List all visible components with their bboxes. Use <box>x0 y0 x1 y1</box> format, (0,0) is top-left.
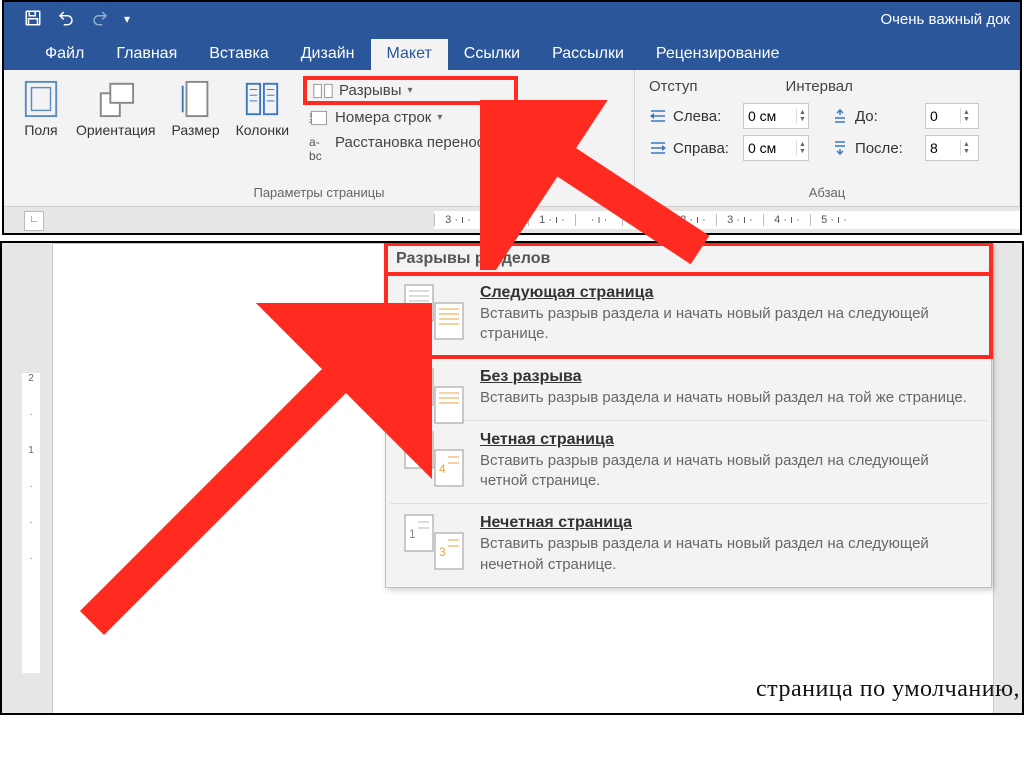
chevron-down-icon: ▾ <box>437 112 442 123</box>
line-numbers-button[interactable]: 12 Номера строк ▾ <box>305 107 516 128</box>
svg-text:2: 2 <box>409 444 416 458</box>
margins-button[interactable]: Поля <box>14 74 68 183</box>
dropdown-section-header: Разрывы разделов <box>386 244 991 274</box>
dropdown-item-next-page[interactable]: Следующая страница Вставить разрыв разде… <box>386 274 991 357</box>
group-label-paragraph: Абзац <box>645 183 1009 204</box>
columns-button[interactable]: Колонки <box>228 74 297 183</box>
group-label-page-setup: Параметры страницы <box>14 183 624 204</box>
tab-review[interactable]: Рецензирование <box>640 39 796 70</box>
save-icon[interactable] <box>24 9 42 30</box>
spacing-controls: До: ▲▼ После: ▲▼ <box>831 97 979 161</box>
tab-home[interactable]: Главная <box>100 39 193 70</box>
vertical-ruler[interactable]: 2·1··· <box>22 373 40 673</box>
tab-file[interactable]: Файл <box>29 39 100 70</box>
indent-controls: Слева: ▲▼ Справа: ▲▼ <box>649 97 809 161</box>
svg-text:4: 4 <box>439 462 446 476</box>
dropdown-item-continuous[interactable]: Без разрыва Вставить разрыв раздела и на… <box>386 358 991 420</box>
spacing-after-icon <box>831 140 849 156</box>
spacing-before-input[interactable]: ▲▼ <box>925 103 979 129</box>
orientation-button[interactable]: Ориентация <box>68 74 163 183</box>
svg-text:3: 3 <box>439 545 446 559</box>
breaks-dropdown: Разрывы разделов Следующая страница Вста… <box>385 243 992 588</box>
dropdown-item-even-page[interactable]: 2 4 Четная страница Вставить разрыв разд… <box>386 421 991 504</box>
tab-references[interactable]: Ссылки <box>448 39 536 70</box>
indent-right-input[interactable]: ▲▼ <box>743 135 809 161</box>
spacing-before-icon <box>831 108 849 124</box>
ribbon-tabs: Файл Главная Вставка Дизайн Макет Ссылки… <box>4 36 1020 70</box>
undo-icon[interactable] <box>56 9 76 30</box>
qat-customize-icon[interactable]: ▾ <box>124 12 130 26</box>
indent-heading: Отступ <box>649 78 698 95</box>
dropdown-item-odd-page[interactable]: 1 3 Нечетная страница Вставить разрыв ра… <box>386 504 991 587</box>
tab-mailings[interactable]: Рассылки <box>536 39 640 70</box>
document-body-text: страница по умолчанию, <box>756 676 1020 703</box>
ruler-corner[interactable]: ∟ <box>24 211 44 231</box>
svg-text:1: 1 <box>409 527 416 541</box>
horizontal-ruler[interactable]: 3 · ı · 2 · ı · 1 · ı · · ı · 1 · ı · 2 … <box>434 211 1020 229</box>
document-title: Очень важный док <box>880 11 1020 28</box>
hyphenation-button[interactable]: a-bc Расстановка переносов ▾ <box>305 132 516 153</box>
spacing-after-input[interactable]: ▲▼ <box>925 135 979 161</box>
redo-icon[interactable] <box>90 9 110 30</box>
chevron-down-icon: ▾ <box>407 85 412 96</box>
size-button[interactable]: Размер <box>163 74 227 183</box>
chevron-down-icon: ▾ <box>507 137 512 148</box>
tab-layout[interactable]: Макет <box>371 39 448 70</box>
breaks-button[interactable]: Разрывы ▾ <box>305 78 516 103</box>
indent-left-input[interactable]: ▲▼ <box>743 103 809 129</box>
tab-insert[interactable]: Вставка <box>193 39 284 70</box>
spacing-heading: Интервал <box>786 78 853 95</box>
svg-text:2: 2 <box>309 119 312 125</box>
indent-right-icon <box>649 140 667 156</box>
indent-left-icon <box>649 108 667 124</box>
tab-design[interactable]: Дизайн <box>285 39 371 70</box>
